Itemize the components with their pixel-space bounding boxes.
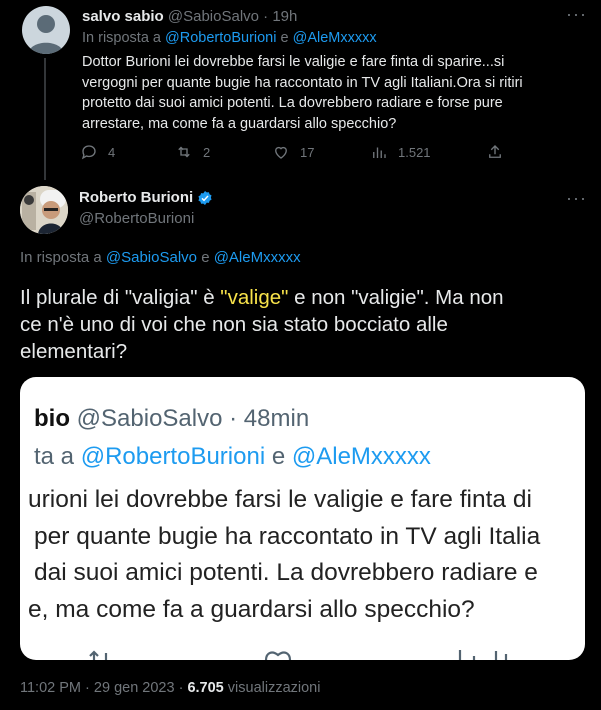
views-count: 1.521	[398, 144, 431, 160]
retweet-count: 2	[203, 144, 211, 160]
attached-image[interactable]: bio @SabioSalvo · 48min ta a @RobertoBur…	[20, 377, 585, 660]
image-time: 48min	[243, 405, 310, 432]
reply-count: 4	[108, 144, 116, 160]
action-bar: 4 2 17 1.521	[80, 143, 520, 163]
mention-link[interactable]: @AleMxxxxx	[214, 249, 301, 266]
image-text-line: per quante bugie ha raccontato in TV agl…	[34, 522, 541, 550]
text-line: protetto dai suoi amici potenti. La dovr…	[82, 95, 503, 111]
text-line: elementari?	[20, 340, 128, 363]
mention-link[interactable]: @RobertoBurioni	[165, 30, 276, 46]
image-reply-line: ta a @RobertoBurioni e @AleMxxxxx	[34, 443, 431, 471]
text-line: ce n'è uno di voi che non sia stato bocc…	[20, 313, 448, 336]
tweet-date[interactable]: 29 gen 2023	[94, 680, 175, 696]
text-segment: e non "valigie". Ma non	[288, 286, 504, 309]
share-icon	[489, 145, 501, 158]
image-text-line: dai suoi amici potenti. La dovrebbero ra…	[34, 559, 538, 586]
mention-link[interactable]: @AleMxxxxx	[293, 30, 377, 46]
author-name[interactable]: Roberto Burioni	[79, 189, 193, 206]
share-button[interactable]	[486, 143, 504, 161]
timestamp[interactable]: 19h	[272, 8, 297, 25]
avatar[interactable]	[20, 186, 68, 234]
thread-line	[44, 58, 46, 180]
views-button[interactable]: 1.521	[370, 143, 431, 161]
separator: ·	[85, 680, 90, 696]
image-separator: ·	[229, 405, 238, 432]
mention-link[interactable]: @SabioSalvo	[106, 249, 197, 266]
conjunction: e	[280, 30, 289, 46]
reply-to-line: In risposta a @RobertoBurioni e @AleMxxx…	[82, 30, 377, 46]
verified-badge-icon	[198, 190, 212, 205]
text-line: arrestare, ma come fa a guardarsi allo s…	[82, 115, 397, 132]
image-text-line: e, ma come fa a guardarsi allo specchio?	[28, 595, 475, 623]
separator: ·	[178, 680, 184, 696]
retweet-button[interactable]: 2	[175, 143, 210, 161]
conjunction: e	[201, 249, 210, 266]
image-views-icon	[458, 650, 508, 660]
views-count: 6.705	[187, 680, 224, 696]
image-header: bio @SabioSalvo · 48min	[34, 405, 309, 433]
highlighted-word: "valige"	[220, 286, 289, 309]
profile-photo-icon	[20, 186, 68, 234]
image-author-name: bio	[34, 405, 70, 432]
views-label: visualizzazioni	[227, 680, 321, 696]
author-handle[interactable]: @RobertoBurioni	[79, 210, 194, 227]
author-name[interactable]: salvo sabio	[82, 8, 164, 25]
image-conjunction: e	[271, 443, 286, 470]
comment-icon	[81, 145, 96, 160]
image-text-line: urioni lei dovrebbe farsi le valigie e f…	[28, 486, 532, 513]
tweet-time[interactable]: 11:02 PM	[20, 680, 81, 696]
analytics-icon	[373, 147, 386, 158]
like-count: 17	[300, 144, 315, 160]
retweet-icon	[178, 146, 190, 158]
reply-header: salvo sabio @SabioSalvo · 19h	[82, 8, 297, 25]
tweet-meta: 11:02 PM · 29 gen 2023 · 6.705 visualizz…	[20, 680, 320, 696]
reply-to-line: In risposta a @SabioSalvo e @AleMxxxxx	[20, 249, 301, 266]
tweet-text: Il plurale di "valigia" è "valige" e non…	[20, 284, 504, 365]
image-reply-label: ta a	[34, 443, 75, 470]
reply-text: Dottor Burioni lei dovrebbe farsi le val…	[82, 52, 523, 134]
reply-button[interactable]: 4	[80, 143, 115, 161]
reply-to-label: In risposta a	[82, 30, 161, 46]
default-avatar-icon	[28, 15, 64, 54]
image-author-handle: @SabioSalvo	[76, 405, 223, 432]
image-text: urioni lei dovrebbe farsi le valigie e f…	[28, 482, 540, 628]
reply-to-label: In risposta a	[20, 249, 102, 266]
separator: ·	[263, 8, 269, 25]
image-heart-icon	[264, 651, 292, 660]
image-retweet-icon	[89, 650, 108, 660]
like-button[interactable]: 17	[272, 143, 314, 161]
image-mention: @RobertoBurioni	[80, 443, 266, 470]
text-line: Dottor Burioni lei dovrebbe farsi le val…	[82, 54, 505, 70]
more-options-icon[interactable]: ···	[566, 4, 587, 25]
image-mention: @AleMxxxxx	[291, 443, 431, 470]
text-segment: Il plurale di "valigia" è	[20, 286, 221, 309]
heart-icon	[275, 146, 287, 159]
avatar[interactable]	[22, 6, 70, 54]
text-line: Il plurale di "valigia" è "valige" e non…	[20, 284, 504, 311]
author-handle[interactable]: @SabioSalvo	[168, 8, 259, 25]
more-options-icon[interactable]: ···	[566, 188, 587, 209]
author-row: Roberto Burioni	[79, 189, 213, 206]
text-line: vergogni per quante bugie ha raccontato …	[82, 74, 523, 91]
